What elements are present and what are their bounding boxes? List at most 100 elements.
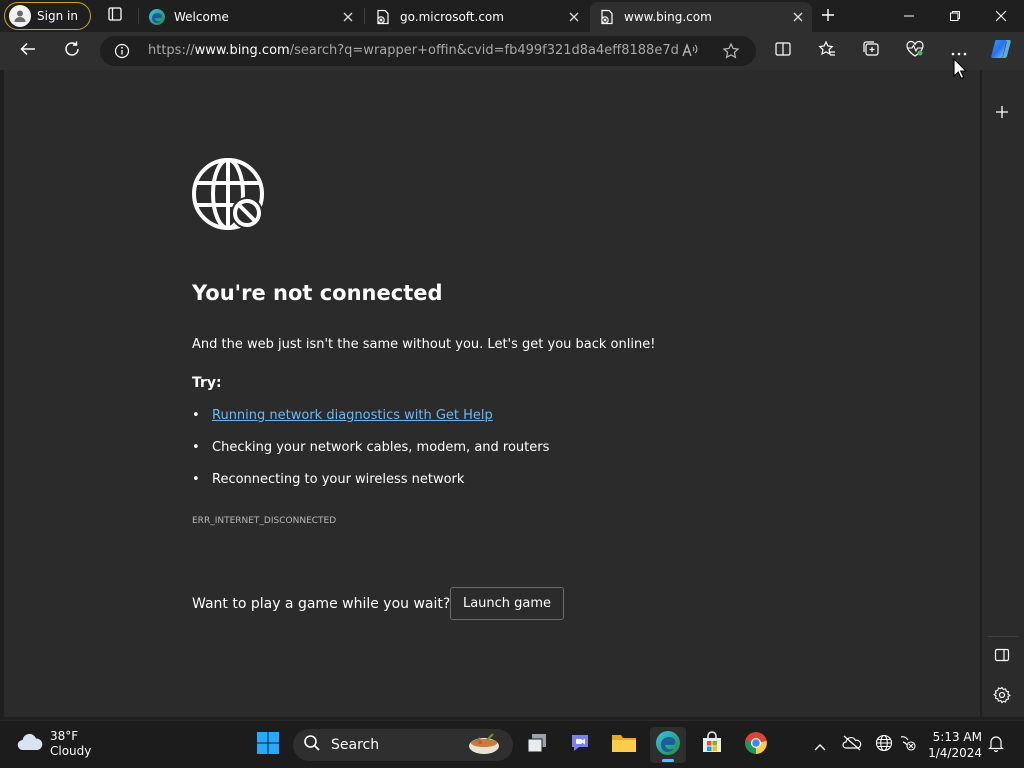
tab-title: Welcome [174, 10, 229, 24]
file-explorer-button[interactable] [606, 727, 642, 763]
plus-icon [995, 104, 1009, 123]
sidebar-panel-icon [994, 647, 1010, 667]
system-clock[interactable]: 5:13 AM 1/4/2024 [928, 729, 982, 761]
gear-icon [993, 686, 1011, 708]
sidebar-settings-button[interactable] [987, 682, 1017, 712]
favorites-button[interactable] [812, 36, 842, 66]
onedrive-button[interactable] [842, 735, 862, 755]
tab-actions-button[interactable] [100, 4, 130, 28]
chevron-up-icon [814, 736, 826, 755]
weather-condition: Cloudy [50, 744, 92, 758]
copilot-button[interactable] [986, 36, 1018, 66]
error-code: ERR_INTERNET_DISCONNECTED [192, 516, 337, 526]
collections-icon [862, 40, 880, 62]
hide-sidebar-button[interactable] [987, 642, 1017, 672]
chat-icon [568, 731, 592, 759]
tab-go-microsoft[interactable]: go.microsoft.com [366, 2, 588, 32]
network-status-button[interactable] [898, 735, 918, 755]
show-hidden-icons-button[interactable] [810, 735, 830, 755]
onedrive-offline-icon [842, 735, 862, 755]
network-diagnostics-link[interactable]: Running network diagnostics with Get Hel… [212, 408, 493, 423]
close-icon [995, 7, 1007, 26]
try-label: Try: [192, 375, 222, 391]
edge-sidebar [982, 70, 1024, 717]
browser-essentials-button[interactable] [900, 36, 930, 66]
add-sidebar-app-button[interactable] [987, 98, 1017, 128]
game-prompt: Want to play a game while you wait? [192, 596, 451, 612]
tab-title: go.microsoft.com [400, 10, 504, 24]
minimize-button[interactable] [886, 0, 932, 32]
restore-icon [949, 7, 961, 26]
back-button[interactable] [13, 36, 43, 66]
list-item: Checking your network cables, modem, and… [192, 440, 549, 472]
back-arrow-icon [19, 40, 37, 62]
tab-separator [364, 8, 365, 24]
list-item: Reconnecting to your wireless network [192, 472, 549, 504]
globe-icon [875, 734, 893, 756]
cloud-icon [16, 731, 44, 757]
error-subtext: And the web just isn't the same without … [192, 337, 656, 352]
clock-time: 5:13 AM [932, 730, 982, 744]
profile-button[interactable]: Sign in [4, 2, 91, 30]
heartbeat-icon [905, 40, 925, 62]
close-window-button[interactable] [978, 0, 1024, 32]
notifications-button[interactable] [986, 735, 1006, 755]
teams-chat-button[interactable] [562, 727, 598, 763]
windows-logo-icon [256, 731, 280, 759]
favorite-star-icon[interactable] [721, 41, 741, 61]
tab-strip: Sign in Welcome go.microsoft.com www.bin… [0, 0, 1024, 32]
restore-button[interactable] [932, 0, 978, 32]
refresh-icon [63, 40, 81, 62]
search-highlight-icon [465, 730, 503, 760]
favorites-icon [818, 40, 836, 62]
tab-bing[interactable]: www.bing.com [590, 2, 812, 32]
suggestion-list: Running network diagnostics with Get Hel… [192, 408, 549, 504]
taskbar-search[interactable]: Search [293, 729, 513, 761]
mouse-cursor-icon [953, 57, 968, 84]
page-error-icon [374, 8, 392, 26]
language-button[interactable] [874, 734, 894, 756]
split-screen-button[interactable] [768, 36, 798, 66]
edge-icon [148, 8, 166, 26]
launch-game-button[interactable]: Launch game [450, 587, 564, 620]
error-headline: You're not connected [192, 281, 443, 305]
info-icon[interactable] [114, 43, 130, 63]
tab-separator [138, 8, 139, 24]
clock-date: 1/4/2024 [928, 746, 982, 760]
task-view-button[interactable] [519, 727, 555, 763]
search-label: Search [331, 737, 380, 753]
start-button[interactable] [250, 727, 286, 763]
url-text[interactable]: https://www.bing.com/search?q=wrapper+of… [148, 43, 678, 58]
split-screen-icon [774, 40, 792, 62]
browser-toolbar: https://www.bing.com/search?q=wrapper+of… [0, 32, 1024, 70]
url-host: www.bing.com [194, 43, 290, 58]
edge-taskbar-button[interactable] [650, 727, 686, 763]
collections-button[interactable] [856, 36, 886, 66]
tab-actions-icon [107, 6, 123, 26]
tab-welcome[interactable]: Welcome [140, 2, 362, 32]
new-tab-button[interactable] [814, 4, 842, 28]
network-disconnected-icon [898, 734, 918, 756]
close-tab-icon[interactable] [790, 9, 806, 25]
windows-taskbar: 38°F Cloudy Search 5:13 AM 1/4/2024 [0, 720, 1024, 768]
store-icon [700, 731, 724, 759]
close-tab-icon[interactable] [566, 9, 582, 25]
tab-title: www.bing.com [624, 10, 712, 24]
globe-disconnected-icon [192, 158, 268, 234]
page-error-icon [598, 8, 616, 26]
microsoft-store-button[interactable] [694, 727, 730, 763]
refresh-button[interactable] [57, 36, 87, 66]
avatar-icon [9, 5, 31, 27]
error-page: You're not connected And the web just is… [4, 70, 980, 717]
weather-temp: 38°F [50, 729, 79, 743]
bell-icon [988, 734, 1004, 756]
read-aloud-icon[interactable] [680, 41, 700, 61]
plus-icon [821, 7, 835, 26]
address-bar[interactable]: https://www.bing.com/search?q=wrapper+of… [100, 36, 756, 66]
minimize-icon [903, 7, 915, 26]
chrome-button[interactable] [738, 727, 774, 763]
profile-label: Sign in [37, 9, 78, 23]
weather-widget[interactable]: 38°F Cloudy [16, 729, 91, 759]
search-icon [303, 734, 321, 756]
close-tab-icon[interactable] [340, 9, 356, 25]
